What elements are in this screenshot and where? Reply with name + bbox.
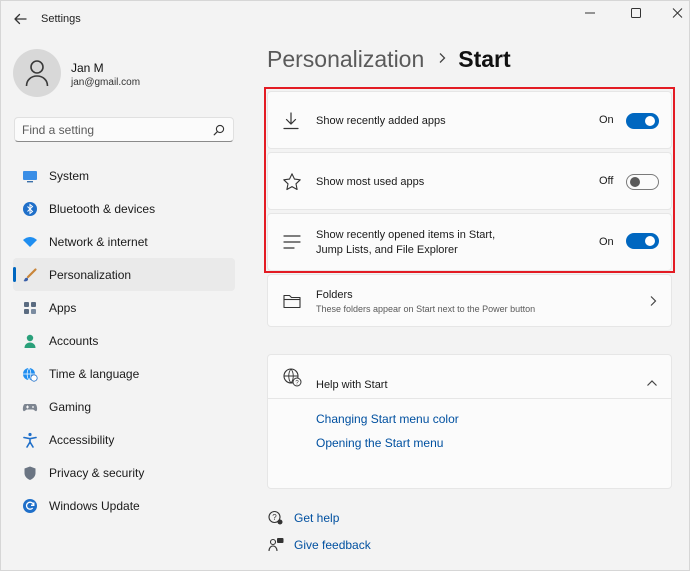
minimize-icon[interactable] [579,6,601,20]
toggle-state-label: On [599,236,614,248]
feedback-icon [268,538,284,552]
help-link-opening-start-menu[interactable]: Opening the Start menu [316,436,443,450]
toggle-state-label: Off [599,175,614,187]
setting-label: Show most used apps [316,176,425,188]
list-icon [283,235,301,249]
toggle-knob [645,236,655,246]
refresh-icon [23,499,37,513]
toggle-knob [645,116,655,126]
recently-opened-toggle[interactable] [626,233,659,249]
sidebar-item-windows-update[interactable]: Windows Update [13,489,235,522]
sidebar-item-label: Accounts [49,334,99,348]
setting-row-recently-opened: Show recently opened items in Start, Jum… [267,213,672,271]
brush-icon [23,268,37,282]
folders-title: Folders [316,289,353,301]
setting-row-most-used: Show most used apps Off [267,152,672,210]
account-icon [24,334,36,348]
sidebar-item-privacy-security[interactable]: Privacy & security [13,456,235,489]
folder-icon [283,294,301,309]
sidebar-item-time-language[interactable]: Time & language [13,357,235,390]
star-icon [283,173,301,191]
help-header[interactable]: ? Help with Start [268,355,671,398]
globe-help-icon: ? [283,368,302,387]
breadcrumb: Personalization Start [267,46,511,73]
accessibility-icon [23,432,37,448]
sidebar-item-label: Bluetooth & devices [49,202,156,216]
avatar [13,49,61,97]
close-icon[interactable] [667,6,689,20]
bluetooth-icon [23,202,37,216]
most-used-toggle[interactable] [626,174,659,190]
app-title: Settings [41,13,81,25]
user-email: jan@gmail.com [71,77,141,88]
sidebar-item-accessibility[interactable]: Accessibility [13,423,235,456]
sidebar-item-personalization[interactable]: Personalization [13,258,235,291]
folders-subtitle: These folders appear on Start next to th… [316,304,536,314]
maximize-icon[interactable] [625,6,647,20]
gamepad-icon [22,404,38,412]
chevron-right-icon [650,296,657,306]
get-help-label: Get help [294,511,340,525]
wifi-icon [23,237,37,247]
setting-label-line2: Jump Lists, and File Explorer [316,244,458,256]
setting-label: Show recently added apps [316,115,446,127]
page-title: Start [458,46,511,72]
folders-row[interactable]: Folders These folders appear on Start ne… [267,274,672,327]
sidebar-item-system[interactable]: System [13,159,235,192]
globe-clock-icon [23,367,38,382]
sidebar-item-accounts[interactable]: Accounts [13,324,235,357]
monitor-icon [23,171,37,183]
sidebar-item-label: Apps [49,301,77,315]
svg-text:?: ? [272,513,277,522]
help-section: ? Help with Start Changing Start menu co… [267,354,672,489]
sidebar-item-label: Network & internet [49,235,148,249]
breadcrumb-parent[interactable]: Personalization [267,46,424,72]
back-arrow-icon[interactable] [11,10,29,28]
sidebar-item-bluetooth-devices[interactable]: Bluetooth & devices [13,192,235,225]
help-title: Help with Start [316,379,388,391]
setting-label-line1: Show recently opened items in Start, [316,229,496,241]
help-links: Changing Start menu color Opening the St… [268,398,671,453]
sidebar-item-label: Time & language [49,367,140,381]
recently-added-toggle[interactable] [626,113,659,129]
sidebar-item-network-internet[interactable]: Network & internet [13,225,235,258]
apps-grid-icon [24,302,36,314]
sidebar-item-label: Personalization [49,268,132,282]
help-link-start-menu-color[interactable]: Changing Start menu color [316,412,459,426]
sidebar-item-apps[interactable]: Apps [13,291,235,324]
sidebar-item-label: Accessibility [49,433,115,447]
sidebar-item-label: System [49,169,90,183]
download-icon [283,112,299,130]
chevron-up-icon[interactable] [646,379,658,387]
sidebar-item-label: Gaming [49,400,92,414]
title-bar: Settings [1,1,689,37]
setting-row-recently-added: Show recently added apps On [267,91,672,149]
toggle-state-label: On [599,114,614,126]
person-icon [25,60,49,87]
user-name: Jan M [71,61,104,75]
shield-icon [24,466,36,480]
give-feedback-label: Give feedback [294,538,371,552]
search-input[interactable] [15,118,205,141]
toggle-knob [630,177,640,187]
sidebar-item-gaming[interactable]: Gaming [13,390,235,423]
sidebar-item-label: Windows Update [49,499,140,513]
search-box [14,117,234,142]
sidebar-nav: System Bluetooth & devices Network & int… [13,159,235,522]
help-chat-icon: ? [268,510,283,525]
sidebar-item-label: Privacy & security [49,466,145,480]
search-icon[interactable] [213,124,225,136]
chevron-right-icon [439,53,446,63]
